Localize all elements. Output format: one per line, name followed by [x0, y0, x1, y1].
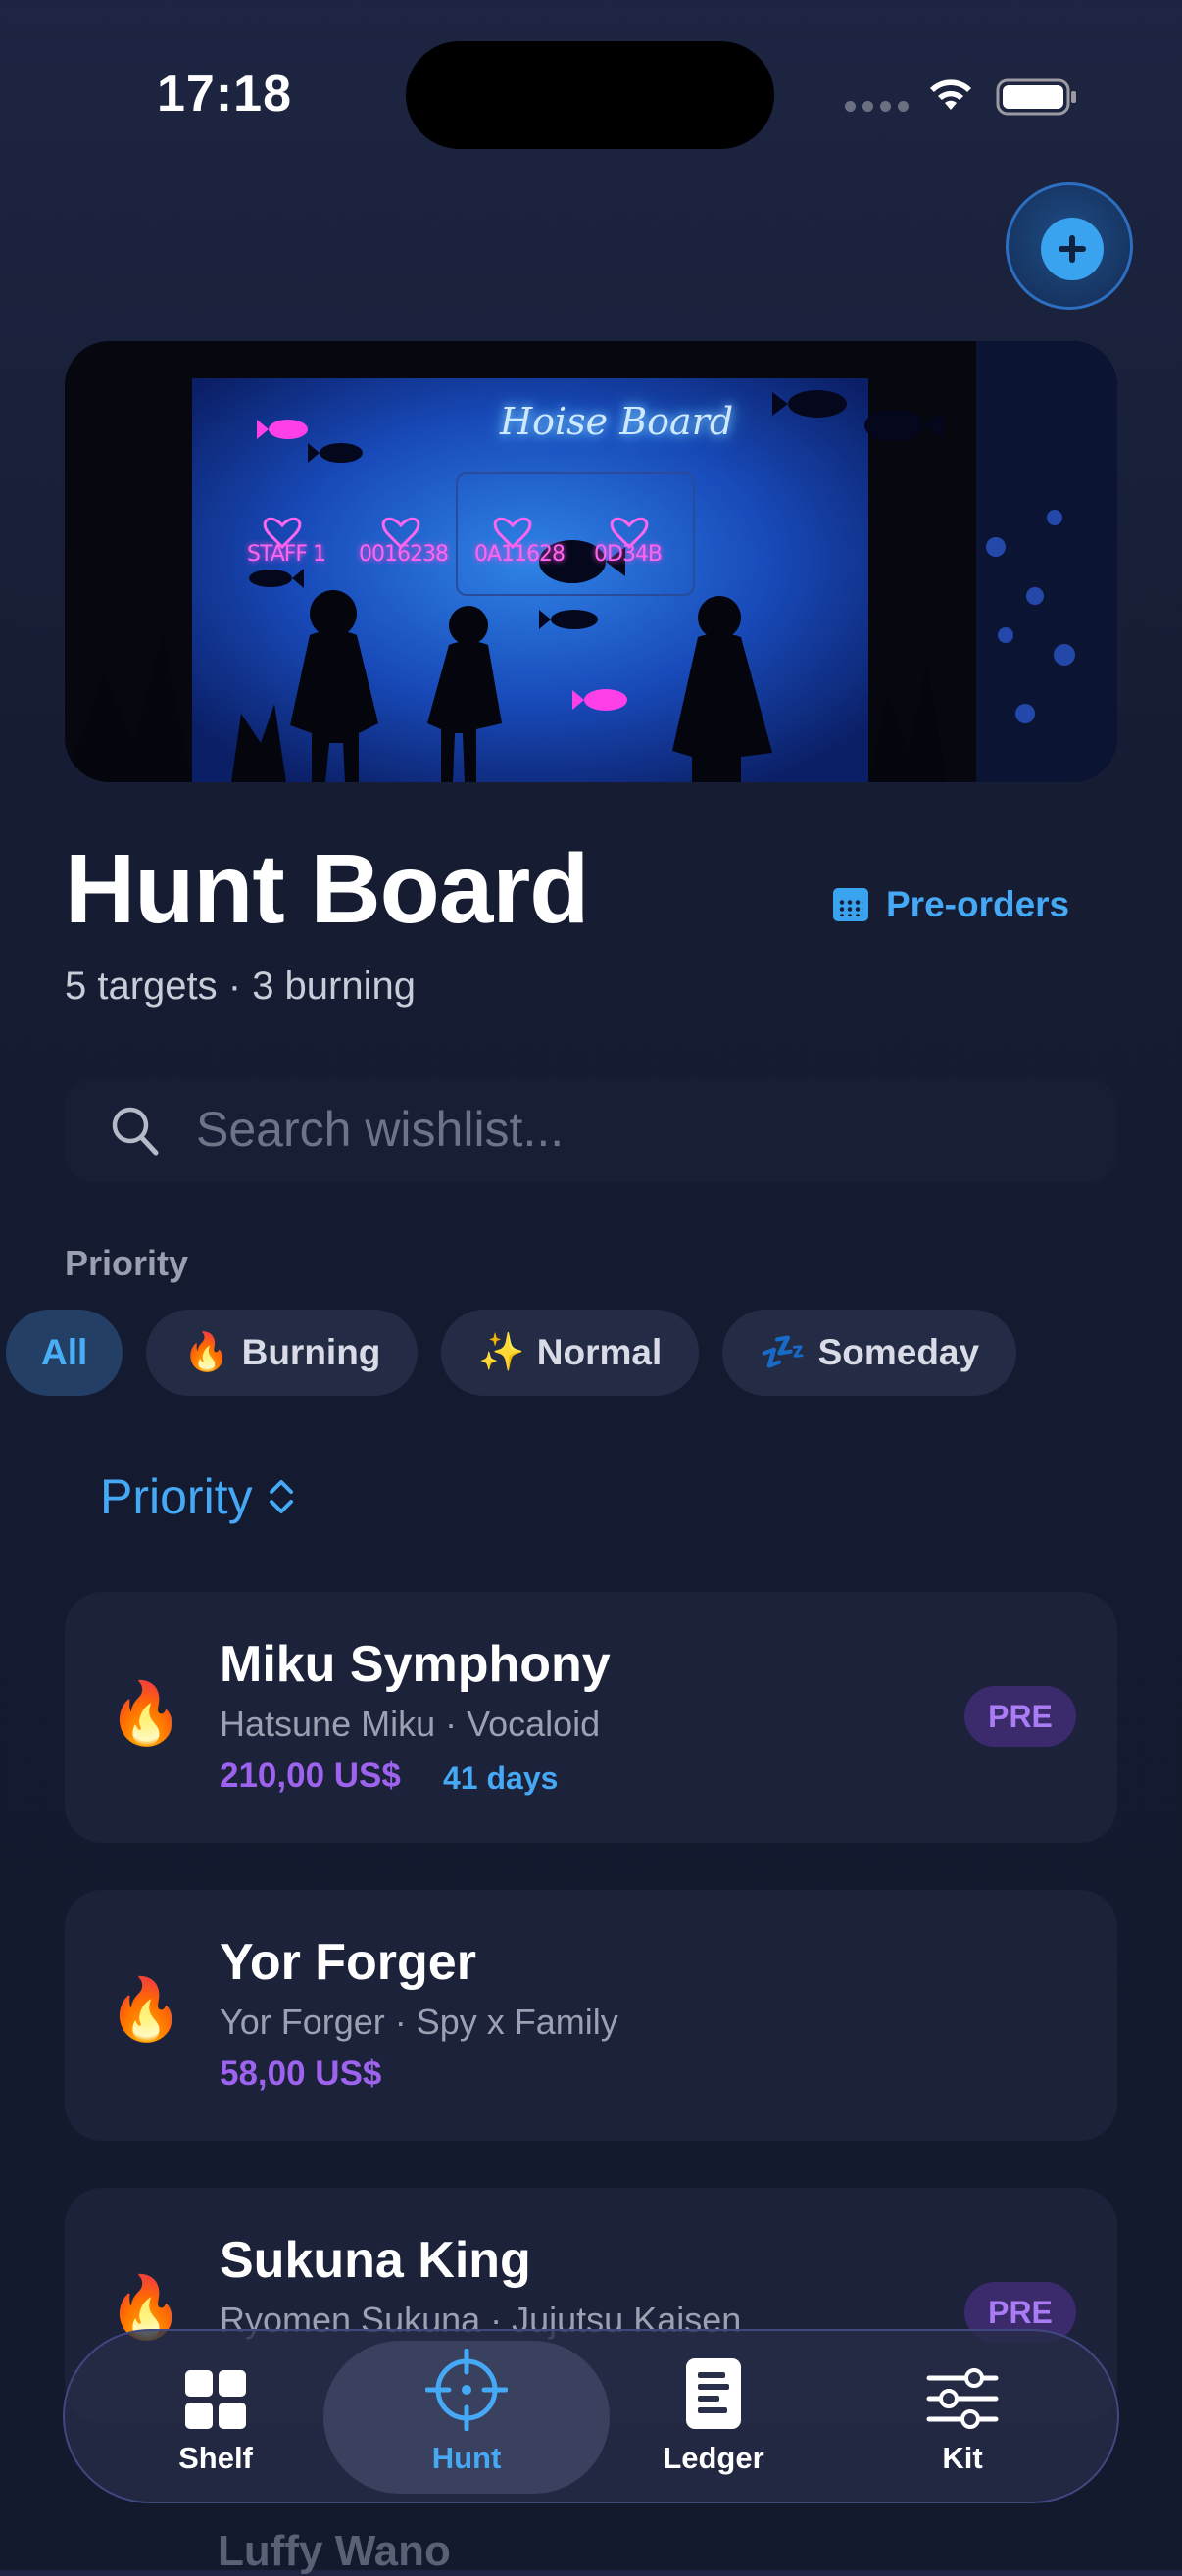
item-meta: Yor Forger · Spy x Family [220, 2002, 618, 2042]
chip-label: Burning [241, 1332, 381, 1372]
status-time: 17:18 [157, 66, 292, 123]
sort-label: Priority [100, 1469, 253, 1524]
item-meta: Hatsune Miku · Vocaloid [220, 1704, 601, 1744]
tab-label: Kit [942, 2441, 983, 2475]
fire-icon: 🔥 [108, 1976, 184, 2044]
item-days-remaining: 41 days [443, 1760, 559, 1796]
dynamic-island [406, 41, 774, 149]
preorders-label: Pre-orders [886, 884, 1070, 924]
page-subtitle: 5 targets · 3 burning [65, 965, 416, 1008]
sort-menu-button[interactable]: Priority [100, 1468, 296, 1525]
fire-icon: 🔥 [108, 1680, 184, 1748]
item-name: Luffy Wano [218, 2527, 451, 2575]
preorders-button[interactable]: Pre-orders [815, 874, 1087, 935]
hero-code-label: 0016238 [359, 542, 449, 567]
hero-board-title: Hoise Board [500, 400, 734, 443]
battery-icon [996, 78, 1076, 116]
item-name: Yor Forger [220, 1934, 476, 1991]
search-input[interactable] [196, 1098, 1039, 1161]
wishlist-item-card[interactable]: 🔥 Miku Symphony Hatsune Miku · Vocaloid … [65, 1592, 1117, 1843]
tab-label: Ledger [663, 2441, 764, 2475]
chip-label: Someday [817, 1332, 980, 1372]
hero-code-label: 0D34B [594, 542, 663, 567]
document-icon [686, 2358, 741, 2429]
chevron-up-down-icon [269, 1480, 293, 1513]
preorder-badge: PRE [964, 1686, 1076, 1747]
item-price: 210,00 US$ [220, 1757, 401, 1795]
hero-code-label: 0A11628 [474, 542, 566, 567]
grid-icon [185, 2370, 246, 2429]
cellular-signal-icon [845, 101, 909, 112]
zzz-icon: 💤 [760, 1332, 807, 1373]
search-icon [112, 1107, 159, 1156]
chip-label: Normal [536, 1332, 663, 1372]
filter-chip-normal[interactable]: ✨ Normal [441, 1310, 700, 1396]
priority-filter-label: Priority [65, 1243, 189, 1283]
tab-ledger[interactable]: Ledger [616, 2345, 812, 2492]
item-name: Miku Symphony [220, 1636, 611, 1693]
page-title: Hunt Board [65, 834, 589, 944]
calendar-icon [833, 888, 868, 921]
tab-kit[interactable]: Kit [864, 2345, 1060, 2492]
wifi-icon [930, 79, 971, 110]
filter-chip-burning[interactable]: 🔥 Burning [146, 1310, 419, 1396]
priority-filter-chips: All 🔥 Burning ✨ Normal 💤 Someday [6, 1310, 1017, 1396]
item-name: Sukuna King [220, 2232, 531, 2289]
tab-hunt[interactable]: Hunt [369, 2345, 565, 2492]
tab-shelf[interactable]: Shelf [118, 2345, 314, 2492]
item-price: 58,00 US$ [220, 2055, 382, 2093]
add-target-button[interactable] [1006, 182, 1133, 310]
sliders-icon [926, 2368, 999, 2429]
chip-label: All [41, 1332, 88, 1372]
plus-icon [1041, 218, 1104, 280]
filter-chip-all[interactable]: All [6, 1310, 123, 1396]
tab-label: Shelf [178, 2441, 253, 2475]
crosshair-icon [425, 2349, 508, 2431]
hero-code-label: STAFF 1 [247, 542, 326, 567]
filter-chip-someday[interactable]: 💤 Someday [722, 1310, 1017, 1396]
tab-label: Hunt [431, 2441, 502, 2475]
sparkles-icon: ✨ [478, 1332, 525, 1373]
wishlist-item-card[interactable]: 🔥 Yor Forger Yor Forger · Spy x Family 5… [65, 1890, 1117, 2141]
fire-icon: 🔥 [183, 1332, 230, 1373]
